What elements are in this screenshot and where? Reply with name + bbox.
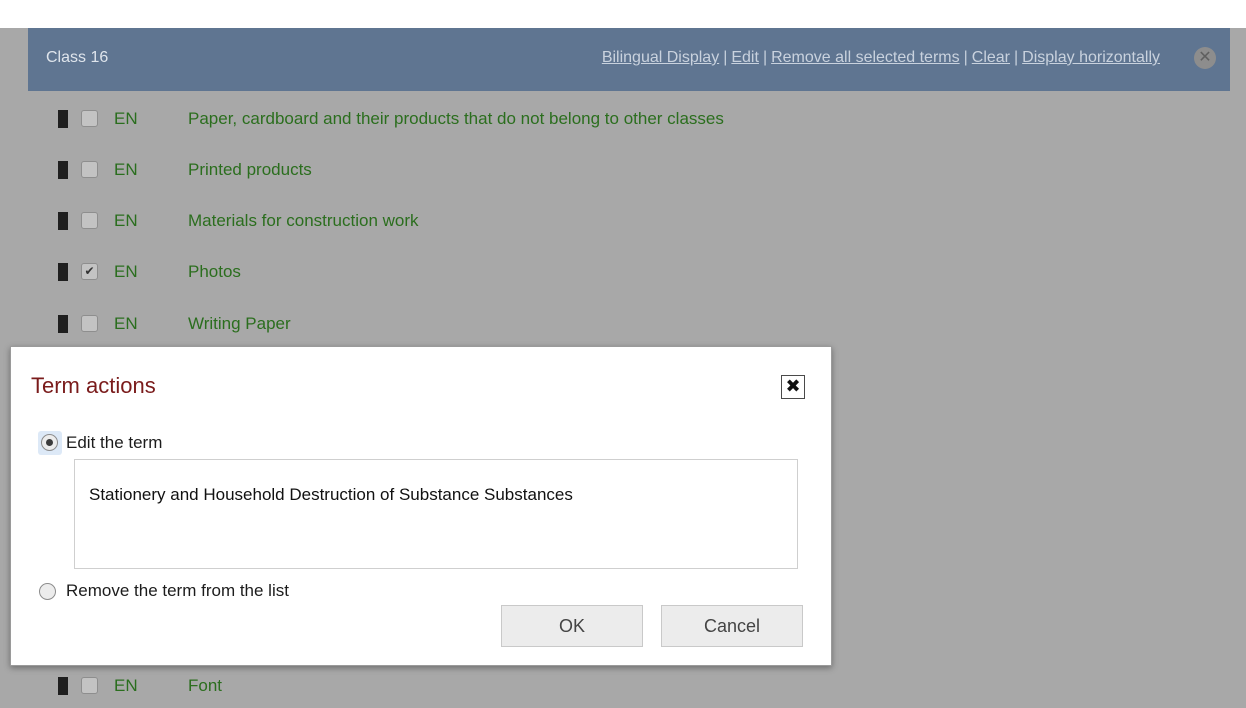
edit-term-label[interactable]: Edit the term (66, 433, 162, 453)
term-text[interactable]: Photos (188, 262, 241, 282)
class-header: Class 16 Bilingual Display | Edit | Remove a… (28, 28, 1230, 91)
remove-term-radio[interactable] (39, 583, 56, 600)
remove-all-selected-link[interactable]: Remove all selected terms (771, 49, 960, 66)
term-text[interactable]: Paper, cardboard and their products that… (188, 109, 724, 129)
drag-handle[interactable] (58, 161, 68, 179)
header-actions: Bilingual Display | Edit | Remove all select… (602, 49, 1160, 67)
term-text[interactable]: Writing Paper (188, 314, 291, 334)
drag-handle[interactable] (58, 212, 68, 230)
term-language: EN (114, 160, 138, 179)
term-actions-dialog: Term actions ✖ Edit the term Stationery … (10, 346, 832, 666)
term-row: EN Font (28, 660, 1230, 708)
term-row: ✔ EN Photos (28, 246, 1230, 298)
term-checkbox[interactable] (81, 110, 98, 127)
cancel-button[interactable]: Cancel (661, 605, 803, 647)
term-edit-field[interactable]: Stationery and Household Destruction of … (74, 459, 798, 569)
term-row: EN Writing Paper (28, 298, 1230, 350)
term-row: EN Materials for construction work (28, 195, 1230, 247)
separator: | (1014, 49, 1019, 66)
term-checkbox[interactable] (81, 161, 98, 178)
drag-handle[interactable] (58, 677, 68, 695)
ok-button[interactable]: OK (501, 605, 643, 647)
separator: | (963, 49, 968, 66)
top-strip (0, 0, 1246, 28)
remove-term-label[interactable]: Remove the term from the list (66, 581, 289, 601)
clear-link[interactable]: Clear (972, 49, 1010, 66)
edit-link[interactable]: Edit (731, 49, 759, 66)
separator: | (762, 49, 768, 66)
term-text[interactable]: Materials for construction work (188, 211, 419, 231)
term-checkbox-checked[interactable]: ✔ (81, 263, 98, 280)
drag-handle[interactable] (58, 263, 68, 281)
class-title: Class 16 (46, 49, 109, 66)
separator: | (723, 49, 728, 66)
bilingual-display-link[interactable]: Bilingual Display (602, 49, 719, 66)
display-horizontally-link[interactable]: Display horizontally (1022, 49, 1160, 66)
term-text[interactable]: Printed products (188, 160, 312, 180)
close-circle-icon[interactable]: ✕ (1194, 47, 1216, 69)
edit-term-radio[interactable] (41, 434, 58, 451)
term-checkbox[interactable] (81, 315, 98, 332)
term-language: EN (114, 109, 138, 128)
term-language: EN (114, 211, 138, 230)
term-row: EN Printed products (28, 144, 1230, 196)
term-checkbox[interactable] (81, 212, 98, 229)
term-language: EN (114, 676, 138, 695)
term-language: EN (114, 262, 138, 281)
term-text[interactable]: Font (188, 676, 222, 696)
term-row: EN Paper, cardboard and their products t… (28, 93, 1230, 145)
drag-handle[interactable] (58, 110, 68, 128)
term-language: EN (114, 314, 138, 333)
close-x-icon[interactable]: ✖ (781, 375, 805, 399)
term-checkbox[interactable] (81, 677, 98, 694)
drag-handle[interactable] (58, 315, 68, 333)
dialog-title: Term actions (31, 373, 156, 398)
